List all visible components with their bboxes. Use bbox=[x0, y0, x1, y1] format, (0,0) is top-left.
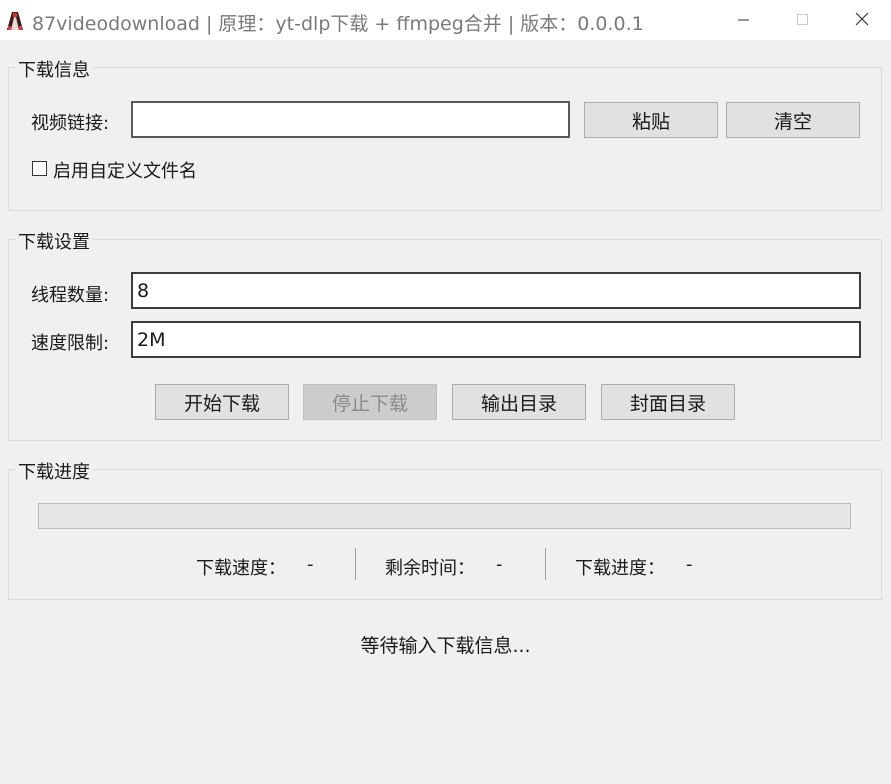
download-info-title: 下载信息 bbox=[16, 56, 92, 82]
download-progress-bar bbox=[38, 503, 851, 529]
remaining-stat-label: 剩余时间： bbox=[385, 558, 475, 579]
close-icon bbox=[855, 11, 869, 30]
speed-limit-label: 速度限制: bbox=[31, 333, 110, 354]
stat-divider bbox=[545, 548, 546, 580]
maximize-button[interactable] bbox=[773, 0, 833, 40]
progress-stat-value: - bbox=[686, 554, 693, 575]
close-button[interactable] bbox=[832, 0, 891, 40]
stat-divider bbox=[355, 548, 356, 580]
progress-stat-label: 下载进度： bbox=[575, 558, 665, 579]
window-title: 87videodownload | 原理：yt-dlp下载 + ffmpeg合并… bbox=[32, 13, 644, 35]
stop-download-button[interactable]: 停止下载 bbox=[303, 384, 437, 420]
remaining-stat-value: - bbox=[496, 554, 503, 575]
download-settings-title: 下载设置 bbox=[16, 228, 92, 254]
custom-filename-label[interactable]: 启用自定义文件名 bbox=[53, 157, 197, 183]
speed-stat-label: 下载速度： bbox=[196, 558, 286, 579]
output-dir-button[interactable]: 输出目录 bbox=[452, 384, 586, 420]
maximize-icon bbox=[797, 11, 809, 30]
threads-label: 线程数量: bbox=[31, 285, 110, 306]
download-info-group bbox=[8, 67, 882, 211]
start-download-button[interactable]: 开始下载 bbox=[155, 384, 289, 420]
download-progress-group bbox=[8, 469, 882, 600]
clear-button[interactable]: 清空 bbox=[726, 102, 860, 138]
cover-dir-button[interactable]: 封面目录 bbox=[601, 384, 735, 420]
threads-input[interactable] bbox=[131, 272, 861, 309]
video-url-input[interactable] bbox=[131, 101, 570, 138]
speed-stat-value: - bbox=[307, 554, 314, 575]
download-progress-title: 下载进度 bbox=[16, 458, 92, 484]
video-url-label: 视频链接: bbox=[31, 113, 110, 134]
speed-limit-input[interactable] bbox=[131, 321, 861, 358]
title-bar: 87videodownload | 原理：yt-dlp下载 + ffmpeg合并… bbox=[0, 0, 891, 40]
custom-filename-checkbox[interactable] bbox=[32, 161, 47, 176]
minimize-icon bbox=[738, 11, 750, 30]
minimize-button[interactable] bbox=[714, 0, 774, 40]
status-message: 等待输入下载信息... bbox=[360, 635, 531, 657]
paste-button[interactable]: 粘贴 bbox=[584, 102, 718, 138]
app-logo-icon bbox=[5, 9, 25, 31]
